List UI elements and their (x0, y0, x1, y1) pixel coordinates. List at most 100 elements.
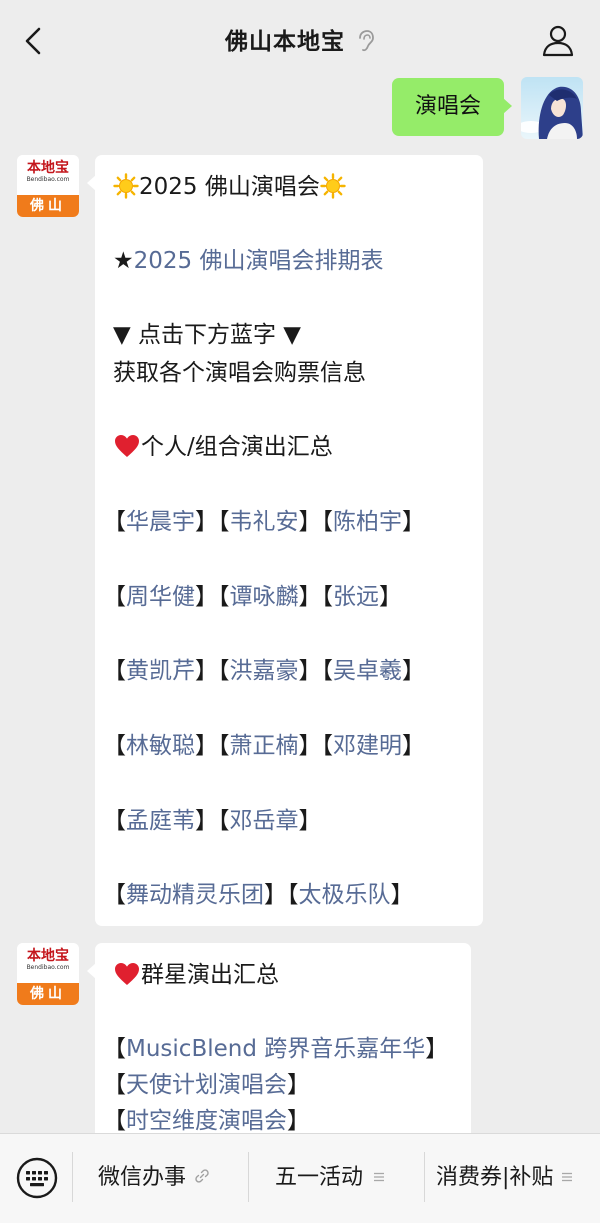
bracket-open: 【 (321, 733, 334, 759)
bracket-open: 【 (103, 1072, 126, 1098)
bracket-open: 【 (321, 584, 334, 610)
menu-lines-icon (374, 1172, 385, 1182)
bracket-open: 【 (287, 882, 299, 908)
sent-message-text: 演唱会 (414, 94, 481, 119)
message-title: 2025 佛山演唱会 (139, 174, 320, 200)
bracket-open: 【 (103, 733, 126, 759)
bot-avatar[interactable]: 本地宝 Bendibao.com 佛山 (17, 943, 79, 1005)
bracket-close: 】 (402, 658, 425, 684)
bracket-close: 】 (379, 584, 402, 610)
bracket-open: 【 (103, 1036, 126, 1062)
artist-link[interactable]: 孟庭苇 (126, 808, 195, 834)
bracket-close: 】 (298, 658, 322, 684)
menu-divider (72, 1152, 73, 1202)
sun-icon (320, 173, 346, 199)
section-heading-group: 群星演出汇总 (113, 960, 279, 990)
group-show-item: 【天使计划演唱会】 (103, 1070, 310, 1100)
person-icon[interactable] (540, 22, 576, 58)
artist-link[interactable]: 吴卓羲 (333, 658, 402, 684)
schedule-line: ★2025 佛山演唱会排期表 (113, 246, 383, 276)
heart-icon (115, 963, 139, 985)
bracket-open: 【 (218, 509, 230, 535)
artist-link[interactable]: 林敏聪 (126, 733, 195, 759)
bracket-open: 【 (103, 658, 126, 684)
bracket-open: 【 (103, 1108, 126, 1134)
bracket-close: 】 (287, 1108, 310, 1134)
menu-divider (424, 1152, 425, 1202)
group-show-link[interactable]: 天使计划演唱会 (126, 1072, 287, 1098)
user-avatar-image (521, 77, 583, 139)
bracket-close: 】 (195, 509, 218, 535)
menu-divider (248, 1152, 249, 1202)
section-heading-individual: 个人/组合演出汇总 (113, 432, 333, 462)
bracket-close: 】 (298, 509, 322, 535)
artist-link[interactable]: 谭咏麟 (230, 584, 299, 610)
artist-link-row: 【林敏聪】【萧正楠】【邓建明】 (103, 731, 425, 761)
bracket-open: 【 (321, 509, 334, 535)
chat-title-wrap: 佛山本地宝 (0, 22, 600, 56)
artist-link-row: 【黄凯芹】【洪嘉豪】【吴卓羲】 (103, 656, 425, 686)
bot-avatar-logo: 本地宝 Bendibao.com (17, 943, 79, 983)
star-glyph: ★ (113, 248, 134, 274)
bot-avatar-logo-en: Bendibao.com (26, 176, 70, 183)
bracket-open: 【 (218, 584, 230, 610)
bot-avatar[interactable]: 本地宝 Bendibao.com 佛山 (17, 155, 79, 217)
bracket-open: 【 (103, 509, 126, 535)
artist-link[interactable]: 周华健 (126, 584, 195, 610)
bot-avatar-logo: 本地宝 Bendibao.com (17, 155, 79, 195)
artist-link[interactable]: 韦礼安 (230, 509, 299, 535)
group-show-link[interactable]: MusicBlend 跨界音乐嘉年华 (126, 1036, 425, 1062)
menu-item-label: 消费券|补贴 (436, 1165, 554, 1190)
bracket-open: 【 (321, 658, 334, 684)
menu-item-wechat-services[interactable]: 微信办事 (98, 1160, 210, 1196)
artist-link[interactable]: 邓岳章 (230, 808, 299, 834)
bracket-close: 】 (195, 584, 218, 610)
group-show-link[interactable]: 时空维度演唱会 (126, 1108, 287, 1134)
bottom-menu-bar: 微信办事 五一活动 消费券|补贴 (0, 1133, 600, 1223)
artist-link[interactable]: 太极乐队 (299, 882, 391, 908)
menu-item-label: 五一活动 (275, 1165, 364, 1190)
bot-avatar-logo-en: Bendibao.com (26, 964, 70, 971)
bracket-close: 】 (195, 808, 218, 834)
keyboard-icon[interactable] (15, 1156, 59, 1200)
artist-link[interactable]: 张远 (333, 584, 379, 610)
sun-icon (113, 173, 139, 199)
bot-avatar-logo-cn: 本地宝 (27, 160, 69, 176)
artist-link-row: 【孟庭苇】【邓岳章】 (103, 806, 322, 836)
artist-link[interactable]: 舞动精灵乐团 (126, 882, 264, 908)
instruction-line-1: ▼ 点击下方蓝字 ▼ (113, 322, 301, 348)
artist-link-row: 【周华健】【谭咏麟】【张远】 (103, 582, 402, 612)
artist-link[interactable]: 黄凯芹 (126, 658, 195, 684)
bot-avatar-city: 佛山 (17, 983, 79, 1005)
bot-avatar-city: 佛山 (17, 195, 79, 217)
chat-title: 佛山本地宝 (225, 29, 345, 55)
bot-avatar-logo-cn: 本地宝 (27, 948, 69, 964)
user-avatar[interactable] (521, 77, 583, 139)
bracket-close: 】 (298, 808, 322, 834)
artist-link[interactable]: 邓建明 (333, 733, 402, 759)
bracket-open: 【 (103, 584, 126, 610)
menu-item-may-day[interactable]: 五一活动 (275, 1160, 385, 1196)
sent-message-bubble[interactable]: 演唱会 (392, 78, 512, 136)
artist-link[interactable]: 洪嘉豪 (230, 658, 299, 684)
bracket-close: 】 (195, 658, 218, 684)
bracket-close: 】 (298, 733, 322, 759)
schedule-link[interactable]: 2025 佛山演唱会排期表 (134, 248, 384, 274)
menu-lines-icon (562, 1172, 573, 1182)
group-show-item: 【MusicBlend 跨界音乐嘉年华】 (103, 1034, 448, 1064)
bracket-open: 【 (218, 808, 230, 834)
bracket-close: 】 (390, 882, 414, 908)
instruction-line-2: 获取各个演唱会购票信息 (113, 360, 366, 386)
artist-link[interactable]: 陈柏宇 (333, 509, 402, 535)
bracket-close: 】 (402, 509, 425, 535)
heart-icon (115, 435, 139, 457)
bracket-open: 【 (218, 658, 230, 684)
artist-link[interactable]: 华晨宇 (126, 509, 195, 535)
bracket-open: 【 (218, 733, 230, 759)
bracket-close: 】 (298, 584, 322, 610)
artist-link[interactable]: 萧正楠 (230, 733, 299, 759)
artist-link-row: 【华晨宇】【韦礼安】【陈柏宇】 (103, 507, 425, 537)
link-icon (195, 1169, 209, 1183)
chat-header: 佛山本地宝 (0, 0, 600, 82)
menu-item-coupons[interactable]: 消费券|补贴 (436, 1160, 573, 1196)
